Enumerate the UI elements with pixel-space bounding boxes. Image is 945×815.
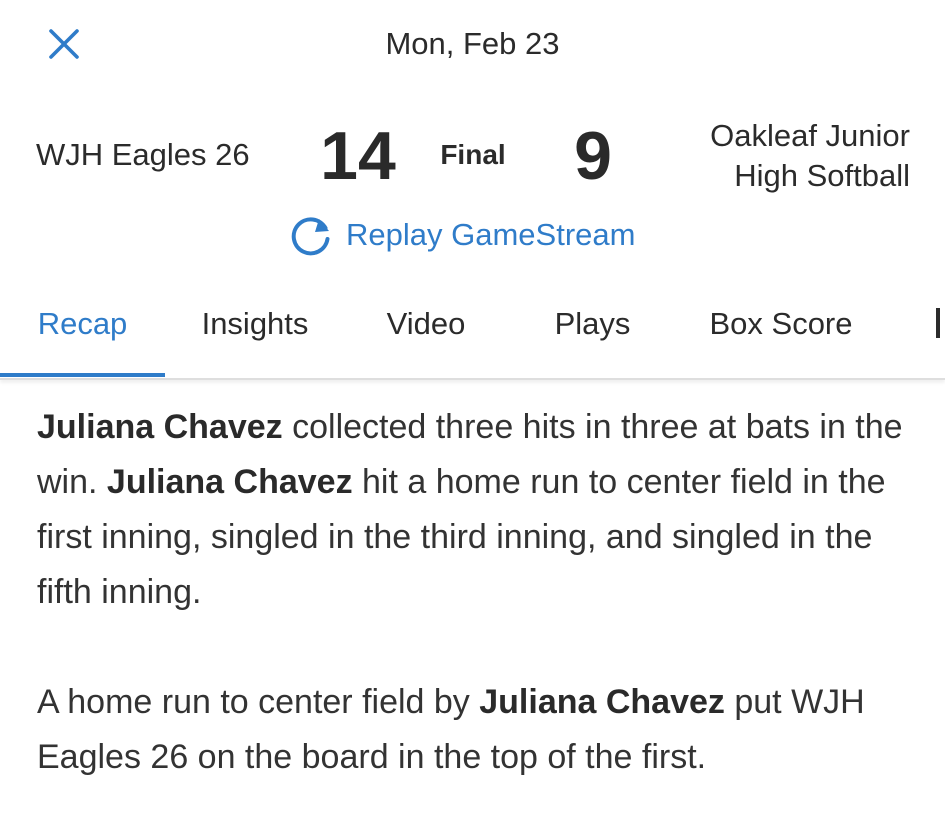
tab-overflow-partial[interactable] (936, 308, 940, 338)
tab-insights[interactable]: Insights (180, 290, 330, 378)
game-status: Final (440, 139, 506, 170)
replay-gamestream-button[interactable]: Replay GameStream (286, 210, 635, 260)
game-recap-screen: Mon, Feb 23 WJH Eagles 26 14 Final 9 Oak… (0, 0, 945, 815)
away-team-name-line-2: High Softball (734, 158, 910, 193)
tab-plays[interactable]: Plays (535, 290, 650, 378)
refresh-icon (291, 217, 330, 256)
away-team-name-line-1: Oakleaf Junior (710, 118, 910, 153)
home-team-score: 14 (320, 118, 396, 194)
recap-text: Juliana Chavez collected three hits in t… (37, 400, 917, 785)
away-team-name: Oakleaf Junior High Softball (650, 116, 910, 196)
away-team-score: 9 (574, 118, 612, 194)
tab-bar: Recap Insights Video Plays Box Score (0, 290, 945, 380)
active-tab-indicator (0, 373, 165, 377)
player-name: Juliana Chavez (479, 683, 725, 721)
player-name: Juliana Chavez (37, 408, 283, 446)
home-team-name: WJH Eagles 26 (36, 137, 250, 172)
tab-box-score[interactable]: Box Score (690, 290, 872, 378)
recap-paragraph: Juliana Chavez collected three hits in t… (37, 400, 917, 620)
recap-paragraph: A home run to center field by Juliana Ch… (37, 675, 917, 785)
player-name: Juliana Chavez (106, 463, 353, 501)
replay-gamestream-label: Replay GameStream (346, 217, 636, 252)
game-date: Mon, Feb 23 (385, 26, 560, 61)
tab-recap[interactable]: Recap (0, 290, 165, 378)
recap-sentence: A home run to center field by (37, 683, 480, 721)
tab-video[interactable]: Video (370, 290, 482, 378)
